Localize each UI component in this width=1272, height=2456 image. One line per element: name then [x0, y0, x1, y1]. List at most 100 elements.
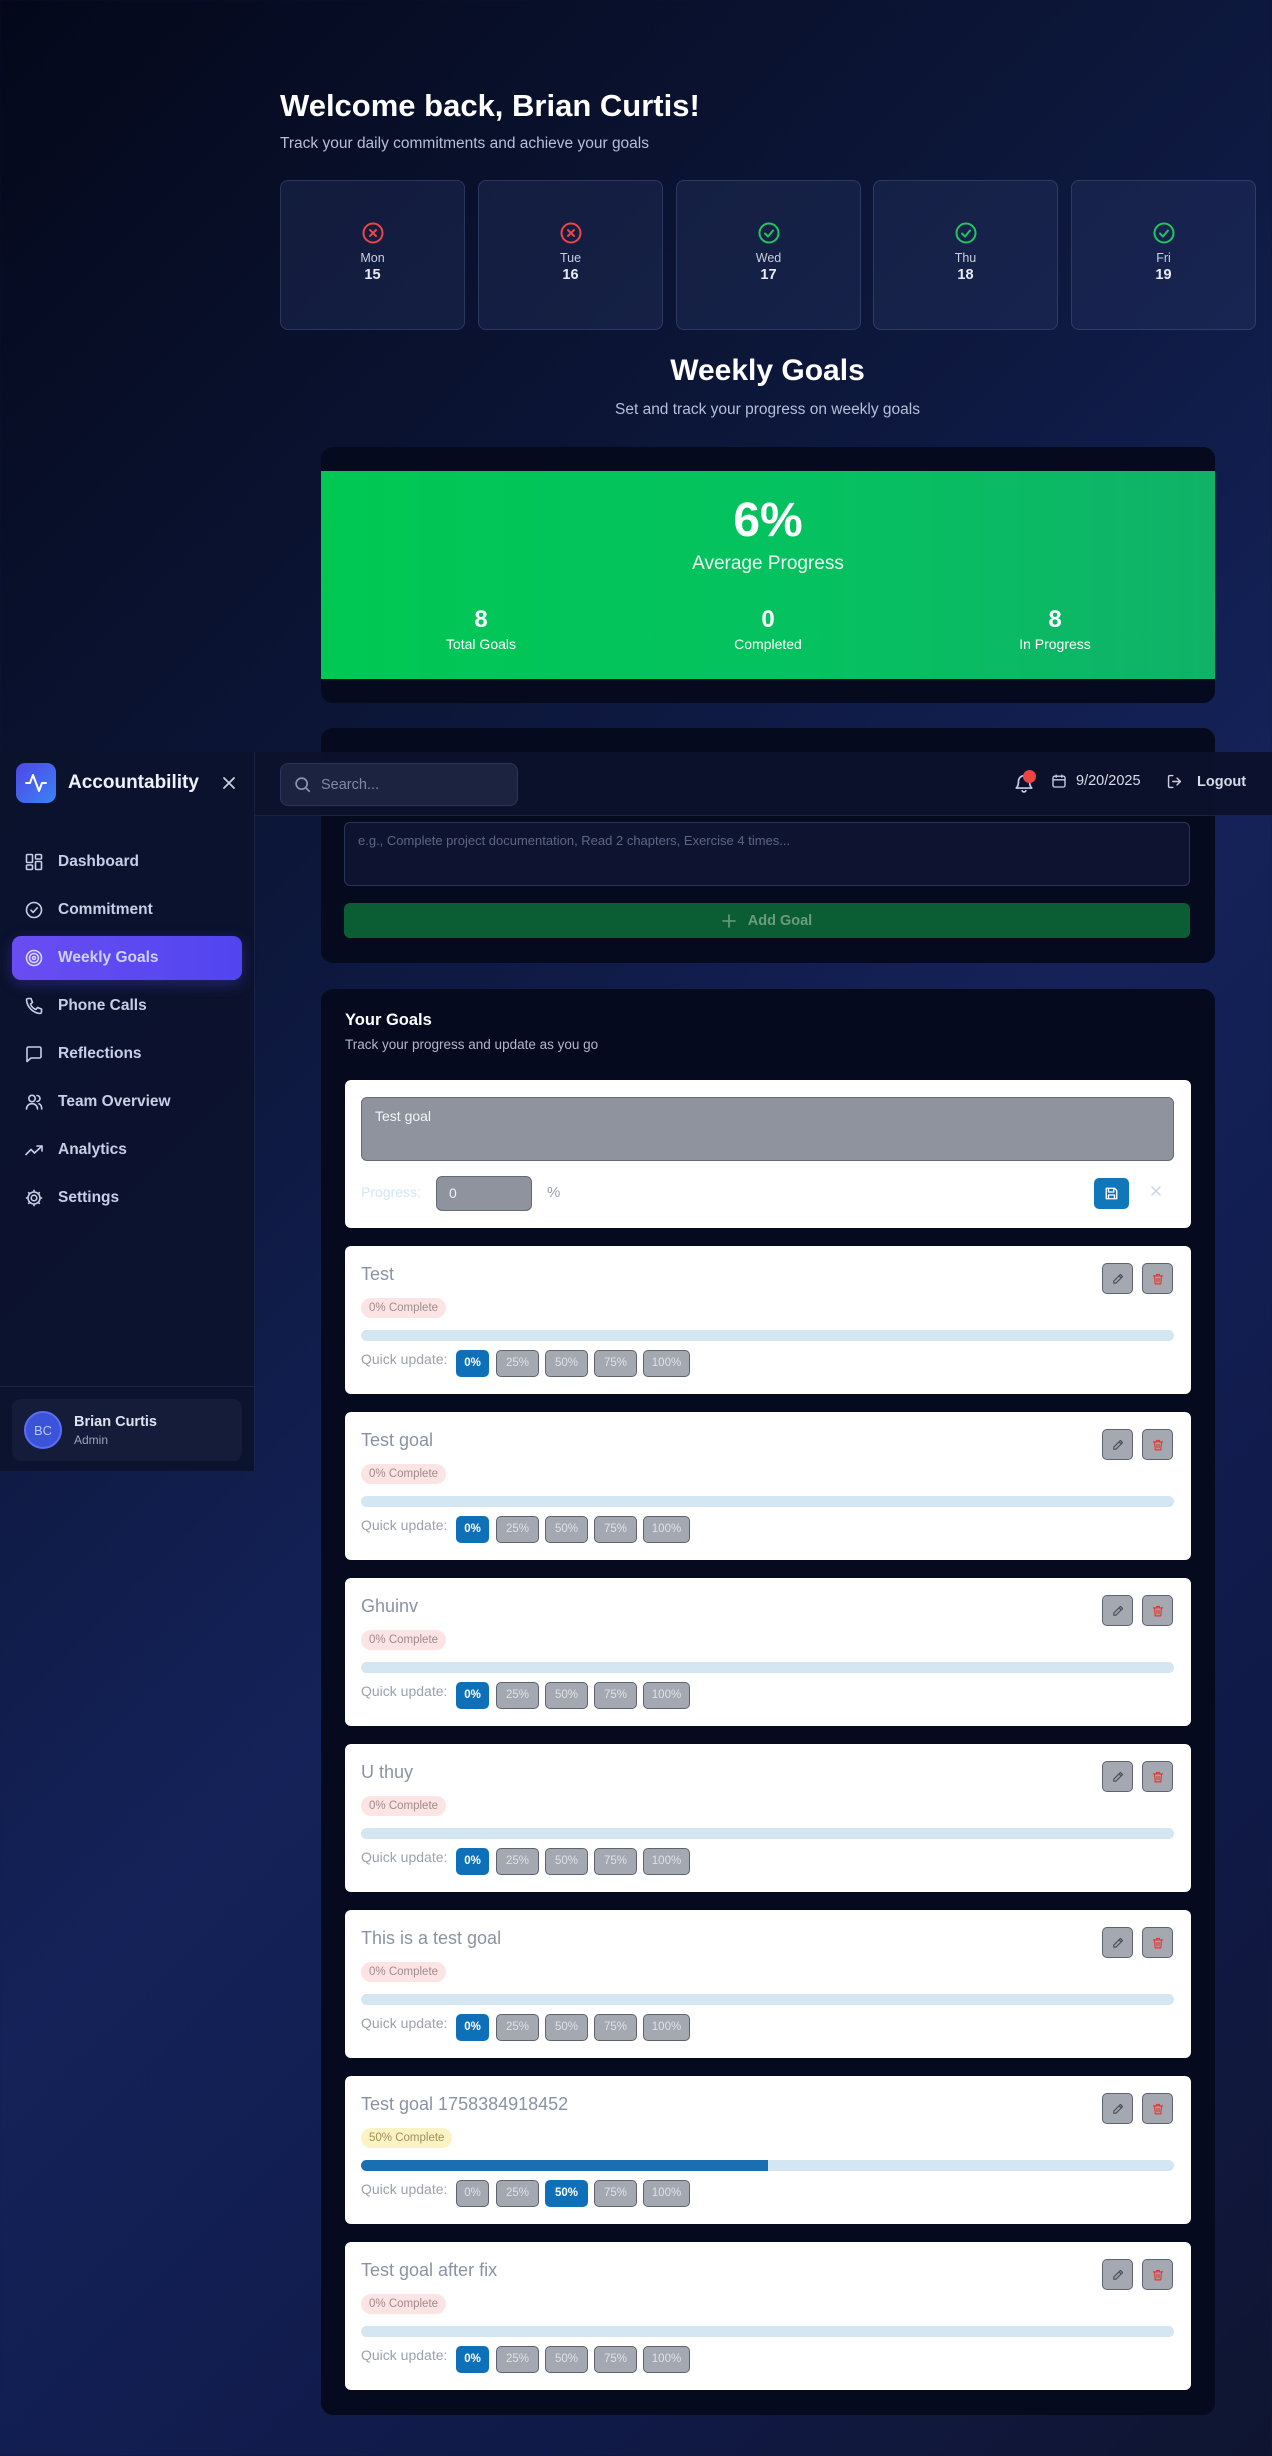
notification-badge	[1023, 770, 1036, 783]
edit-goal-button[interactable]	[1102, 2259, 1133, 2290]
quick-update-100-button[interactable]: 100%	[643, 2180, 690, 2207]
quick-update-50-button[interactable]: 50%	[545, 2346, 588, 2373]
quick-update-0-button[interactable]: 0%	[456, 1516, 489, 1543]
quick-update-25-button[interactable]: 25%	[496, 1350, 539, 1377]
quick-update-0-button[interactable]: 0%	[456, 1848, 489, 1875]
quick-update-50-button[interactable]: 50%	[545, 2180, 588, 2207]
trending-up-icon	[25, 1145, 43, 1156]
sidebar-item-settings[interactable]: Settings	[12, 1176, 242, 1220]
quick-update-50-button[interactable]: 50%	[545, 1516, 588, 1543]
quick-update-25-button[interactable]: 25%	[496, 2180, 539, 2207]
sidebar-item-commitment[interactable]: Commitment	[12, 888, 242, 932]
edit-goal-button[interactable]	[1102, 1761, 1133, 1792]
delete-goal-button[interactable]	[1142, 1927, 1173, 1958]
quick-update-0-button[interactable]: 0%	[456, 1350, 489, 1377]
completion-badge: 50% Complete	[361, 2128, 453, 2148]
quick-update-100-button[interactable]: 100%	[643, 1350, 690, 1377]
progress-bar	[361, 1662, 1174, 1673]
sidebar-item-analytics[interactable]: Analytics	[12, 1128, 242, 1172]
new-goal-input[interactable]: e.g., Complete project documentation, Re…	[344, 822, 1190, 886]
stat-value: 8	[1048, 606, 1062, 633]
quick-update-25-button[interactable]: 25%	[496, 1848, 539, 1875]
quick-update-0-button[interactable]: 0%	[456, 2180, 489, 2207]
sidebar-item-label: Dashboard	[58, 853, 139, 870]
completion-badge: 0% Complete	[361, 2294, 447, 2314]
day-name: Tue	[559, 251, 582, 265]
quick-update-25-button[interactable]: 25%	[496, 1516, 539, 1543]
delete-goal-button[interactable]	[1142, 2259, 1173, 2290]
sidebar-item-phone-calls[interactable]: Phone Calls	[12, 984, 242, 1028]
quick-update-100-button[interactable]: 100%	[643, 2346, 690, 2373]
quick-update-100-button[interactable]: 100%	[643, 2014, 690, 2041]
quick-update-25-button[interactable]: 25%	[496, 2014, 539, 2041]
user-profile[interactable]: BC Brian Curtis Admin	[12, 1399, 242, 1461]
search-input[interactable]: Search...	[280, 763, 518, 806]
quick-update-label: Quick update:	[361, 1351, 448, 1367]
quick-update-100-button[interactable]: 100%	[643, 1516, 690, 1543]
quick-update-75-button[interactable]: 75%	[594, 1350, 637, 1377]
pencil-icon	[1112, 1439, 1123, 1450]
average-progress-value: 6%	[733, 494, 803, 547]
sidebar-item-weekly-goals[interactable]: Weekly Goals	[12, 936, 242, 980]
pencil-icon	[1112, 1771, 1123, 1782]
day-card-fri: Fri 19	[1071, 180, 1256, 330]
stat-in-progress: 8 In Progress	[955, 606, 1155, 652]
quick-update-25-button[interactable]: 25%	[496, 2346, 539, 2373]
save-button[interactable]	[1094, 1178, 1129, 1209]
delete-goal-button[interactable]	[1142, 1761, 1173, 1792]
quick-update-label: Quick update:	[361, 1517, 448, 1533]
quick-update-75-button[interactable]: 75%	[594, 1516, 637, 1543]
day-date: 18	[957, 267, 974, 283]
sidebar-item-team-overview[interactable]: Team Overview	[12, 1080, 242, 1124]
quick-update-75-button[interactable]: 75%	[594, 1682, 637, 1709]
quick-update-75-button[interactable]: 75%	[594, 2014, 637, 2041]
add-goal-button[interactable]: Add Goal	[344, 903, 1190, 938]
phone-icon	[25, 997, 43, 1015]
logout-button[interactable]: Logout	[1166, 773, 1246, 790]
day-date: 15	[364, 267, 381, 283]
quick-update-100-button[interactable]: 100%	[643, 1848, 690, 1875]
delete-goal-button[interactable]	[1142, 1429, 1173, 1460]
quick-update-100-button[interactable]: 100%	[643, 1682, 690, 1709]
current-date: 9/20/2025	[1051, 773, 1141, 789]
quick-update-75-button[interactable]: 75%	[594, 2180, 637, 2207]
users-icon	[25, 1094, 43, 1110]
delete-goal-button[interactable]	[1142, 1595, 1173, 1626]
progress-bar	[361, 1828, 1174, 1839]
goal-card: Test goal 0% Complete Quick update: 0% 2…	[345, 1412, 1191, 1560]
edit-goal-button[interactable]	[1102, 1263, 1133, 1294]
edit-goal-button[interactable]	[1102, 1429, 1133, 1460]
cancel-icon[interactable]	[1148, 1183, 1164, 1199]
quick-update-75-button[interactable]: 75%	[594, 1848, 637, 1875]
trash-icon	[1152, 1273, 1163, 1284]
quick-update-50-button[interactable]: 50%	[545, 1350, 588, 1377]
day-date: 17	[760, 267, 777, 283]
trash-icon	[1152, 2103, 1163, 2114]
quick-update-0-button[interactable]: 0%	[456, 1682, 489, 1709]
delete-goal-button[interactable]	[1142, 2093, 1173, 2124]
sidebar-item-dashboard[interactable]: Dashboard	[12, 840, 242, 884]
quick-update-75-button[interactable]: 75%	[594, 2346, 637, 2373]
completion-badge: 0% Complete	[361, 1962, 447, 1982]
edit-goal-button[interactable]	[1102, 1595, 1133, 1626]
quick-update-50-button[interactable]: 50%	[545, 2014, 588, 2041]
quick-update-50-button[interactable]: 50%	[545, 1682, 588, 1709]
quick-update-50-button[interactable]: 50%	[545, 1848, 588, 1875]
close-icon[interactable]	[218, 772, 240, 794]
sidebar-item-reflections[interactable]: Reflections	[12, 1032, 242, 1076]
quick-update-0-button[interactable]: 0%	[456, 2014, 489, 2041]
quick-update-0-button[interactable]: 0%	[456, 2346, 489, 2373]
goal-edit-input[interactable]: Test goal	[361, 1097, 1174, 1161]
delete-goal-button[interactable]	[1142, 1263, 1173, 1294]
message-icon	[26, 1046, 42, 1063]
edit-goal-button[interactable]	[1102, 2093, 1133, 2124]
goal-card: This is a test goal 0% Complete Quick up…	[345, 1910, 1191, 2058]
progress-fill	[361, 2160, 768, 2171]
sidebar-item-label: Weekly Goals	[58, 949, 159, 966]
day-name: Wed	[755, 251, 782, 265]
edit-goal-button[interactable]	[1102, 1927, 1133, 1958]
progress-bar	[361, 2326, 1174, 2337]
quick-update-25-button[interactable]: 25%	[496, 1682, 539, 1709]
progress-input[interactable]: 0	[436, 1176, 532, 1211]
quick-update-label: Quick update:	[361, 1849, 448, 1865]
